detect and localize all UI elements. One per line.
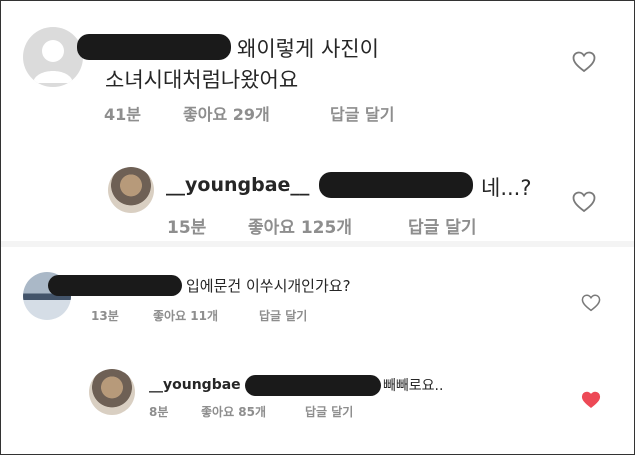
reply-button[interactable]: 답글 달기 [305,403,353,420]
reply-button[interactable]: 답글 달기 [408,213,476,238]
comments-section-bottom: 입에문건 이쑤시개인가요? 13분 좋아요 11개 답글 달기 __youngb… [1,247,634,454]
redacted-mention [319,172,473,198]
heart-icon[interactable] [581,294,601,316]
heart-filled-icon[interactable] [581,391,601,413]
comment-3: 입에문건 이쑤시개인가요? 13분 좋아요 11개 답글 달기 [1,247,634,342]
comment-text-line1: 왜이렇게 사진이 [237,37,379,61]
redacted-mention [245,375,381,396]
reply-text: 네...? [481,176,532,200]
comment-time[interactable]: 15분 [167,213,206,238]
reply-text: 빼빼로요.. [383,378,444,394]
comment-time[interactable]: 13분 [91,307,119,324]
heart-icon[interactable] [572,191,596,217]
avatar-default[interactable] [23,27,83,87]
comment-4-reply: __youngbae 빼빼로요.. 8분 좋아요 85개 답글 달기 [1,357,634,454]
comments-panel: 왜이렇게 사진이 소녀시대처럼나왔어요 41분 좋아요 29개 답글 달기 __… [0,0,635,455]
avatar[interactable] [89,369,135,415]
comment-1: 왜이렇게 사진이 소녀시대처럼나왔어요 41분 좋아요 29개 답글 달기 [1,1,634,131]
reply-username[interactable]: __youngbae [149,377,241,393]
reply-button[interactable]: 답글 달기 [330,101,394,125]
reply-button[interactable]: 답글 달기 [259,307,307,324]
comment-time[interactable]: 8분 [149,403,168,420]
comment-time[interactable]: 41분 [104,101,141,125]
comment-text-line2: 소녀시대처럼나왔어요 [105,68,299,92]
likes-count[interactable]: 좋아요 29개 [183,101,270,125]
likes-count[interactable]: 좋아요 125개 [248,213,352,238]
user-silhouette-icon [33,40,73,83]
redacted-username[interactable] [77,34,231,60]
likes-count[interactable]: 좋아요 11개 [153,307,218,324]
likes-count[interactable]: 좋아요 85개 [201,403,266,420]
comments-section-top: 왜이렇게 사진이 소녀시대처럼나왔어요 41분 좋아요 29개 답글 달기 __… [1,1,634,241]
reply-username[interactable]: __youngbae__ [166,174,309,196]
avatar[interactable] [108,167,154,213]
comment-text: 입에문건 이쑤시개인가요? [186,277,351,295]
redacted-username[interactable] [48,275,182,296]
heart-icon[interactable] [572,51,596,77]
comment-2-reply: __youngbae__ 네...? 15분 좋아요 125개 답글 달기 [1,156,634,241]
